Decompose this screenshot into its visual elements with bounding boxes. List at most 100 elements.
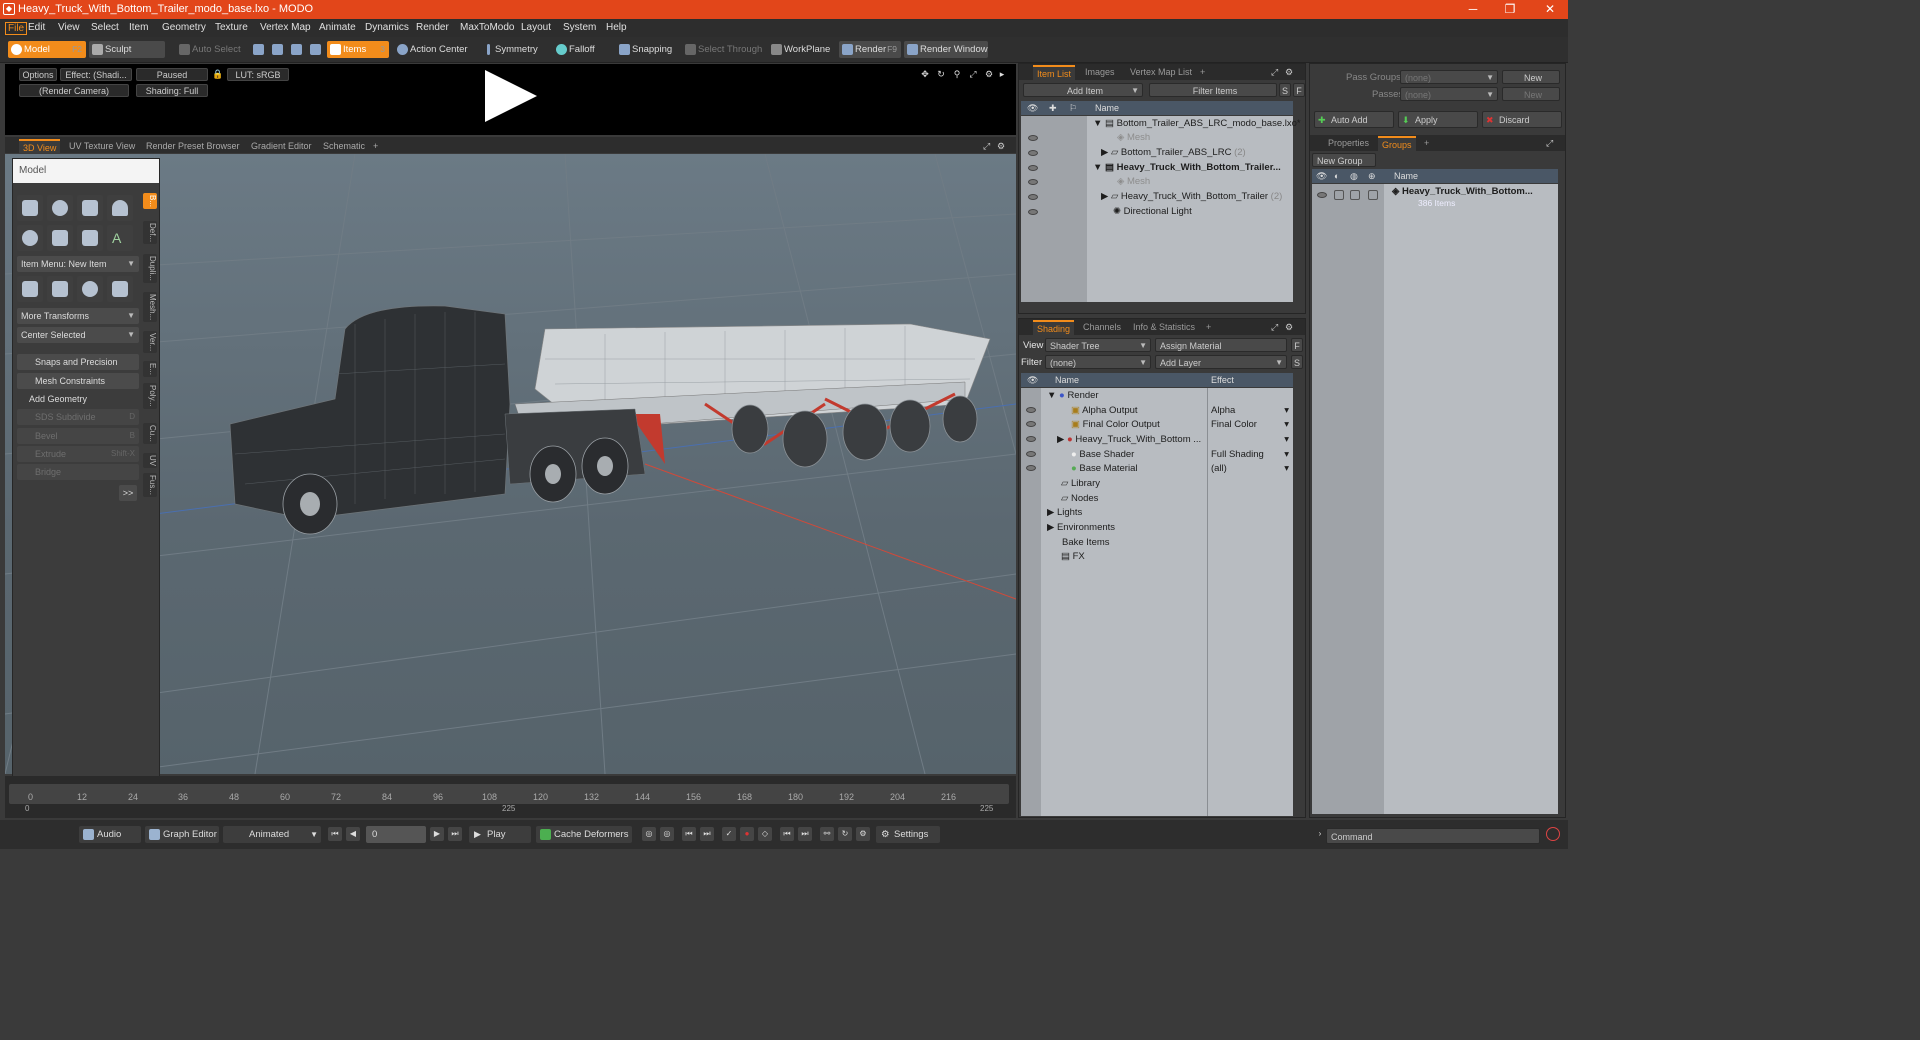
discard-button[interactable]: ✖ Discard	[1482, 111, 1562, 128]
shader-row-fx[interactable]: ▤ FX	[1061, 549, 1085, 564]
shader-effect-alpha[interactable]: Alpha ▾	[1211, 403, 1291, 418]
preview-options-button[interactable]: Options	[19, 68, 57, 81]
shader-row-nodes[interactable]: ▱ Nodes	[1061, 491, 1098, 506]
text-tool-icon[interactable]: A	[107, 225, 133, 251]
next-frame-icon[interactable]: ⏭	[798, 827, 812, 841]
bridge-button[interactable]: Bridge	[17, 464, 139, 480]
viewport-gear-icon[interactable]: ⚙	[993, 139, 1009, 153]
timeline[interactable]: 0 12 24 36 48 60 72 84 96 108 120 132 14…	[5, 776, 1016, 818]
key-icon[interactable]: ◎	[642, 827, 656, 841]
panel-maximize-icon[interactable]: ⤢	[1267, 320, 1282, 335]
select-toggle-icon[interactable]	[1368, 190, 1378, 200]
menu-help[interactable]: Help	[606, 22, 627, 33]
go-to-start-icon[interactable]: ⏮	[328, 827, 342, 841]
render-toggle-icon[interactable]	[1334, 190, 1344, 200]
new-pass-button[interactable]: New	[1502, 87, 1560, 101]
menu-edit[interactable]: Edit	[28, 22, 45, 33]
tab-3d-view[interactable]: 3D View	[19, 139, 61, 153]
shading-s-button[interactable]: S	[1291, 355, 1303, 369]
shader-effect-final-color[interactable]: Final Color ▾	[1211, 417, 1291, 432]
move-icon[interactable]: ✥	[919, 68, 931, 81]
tab-gradient-editor[interactable]: Gradient Editor	[247, 139, 316, 153]
menu-vertex-map[interactable]: Vertex Map	[260, 22, 311, 33]
scale-tool-icon[interactable]	[77, 276, 103, 302]
item-list-f-button[interactable]: F	[1293, 83, 1305, 97]
options-icon[interactable]: ⚙	[856, 827, 870, 841]
lock-toggle-icon[interactable]	[1350, 190, 1360, 200]
falloff-button[interactable]: Falloff	[553, 41, 609, 58]
cone-primitive-icon[interactable]	[107, 195, 133, 221]
groups-list[interactable]: ◈ Heavy_Truck_With_Bottom... 386 Items	[1312, 184, 1558, 814]
move-tool-icon[interactable]	[17, 276, 43, 302]
graph-editor-button[interactable]: Graph Editor	[145, 826, 219, 843]
tab-properties[interactable]: Properties	[1324, 136, 1373, 151]
polygons-mode-button[interactable]	[288, 41, 306, 58]
sds-subdivide-button[interactable]: SDS Subdivide D	[17, 409, 139, 425]
filter-dropdown[interactable]: (none) ▼	[1045, 355, 1151, 369]
menu-arrow-icon[interactable]: ▸	[997, 68, 1007, 81]
bevel-button[interactable]: Bevel B	[17, 428, 139, 444]
side-tab-vertex[interactable]: Ver...	[143, 331, 157, 354]
visibility-eye-icon[interactable]	[1028, 194, 1038, 200]
visibility-eye-icon[interactable]	[1028, 209, 1038, 215]
model-mode-button[interactable]: Model F2	[8, 41, 86, 58]
animated-dropdown[interactable]: Animated ▼	[223, 826, 321, 843]
menu-item[interactable]: Item	[129, 22, 148, 33]
list-item[interactable]: ▼ ▤ Heavy_Truck_With_Bottom_Trailer...	[1093, 160, 1281, 175]
panel-gear-icon[interactable]: ⚙	[1281, 65, 1297, 80]
pass-groups-dropdown[interactable]: (none) ▼	[1400, 70, 1498, 84]
timeline-track[interactable]	[9, 784, 1009, 804]
snapping-button[interactable]: Snapping	[616, 41, 676, 58]
apply-button[interactable]: ⬇ Apply	[1398, 111, 1478, 128]
record-icon[interactable]: ●	[740, 827, 754, 841]
shader-row-bake-items[interactable]: Bake Items	[1062, 535, 1110, 550]
panel-maximize-icon[interactable]: ⤢	[1267, 65, 1282, 80]
add-panel-tab[interactable]: +	[1202, 320, 1215, 335]
side-tab-deform[interactable]: Def...	[143, 221, 157, 245]
add-geometry-section[interactable]: Add Geometry	[17, 391, 139, 407]
prev-frame-icon[interactable]: ⏮	[780, 827, 794, 841]
cylinder-primitive-icon[interactable]	[77, 195, 103, 221]
add-tab-button[interactable]: +	[369, 139, 382, 153]
visibility-eye-icon[interactable]	[1317, 192, 1327, 198]
menu-animate[interactable]: Animate	[319, 22, 356, 33]
add-panel-tab[interactable]: +	[1196, 65, 1209, 80]
shader-row-base-shader[interactable]: ● Base Shader	[1071, 447, 1134, 462]
torus-primitive-icon[interactable]	[17, 225, 43, 251]
extrude-button[interactable]: Extrude Shift-X	[17, 446, 139, 462]
visibility-eye-icon[interactable]	[1028, 165, 1038, 171]
tab-item-list[interactable]: Item List	[1033, 65, 1076, 80]
transform-tool-icon[interactable]	[107, 276, 133, 302]
link-icon[interactable]: ⚯	[820, 827, 834, 841]
go-to-end-icon[interactable]: ⏭	[448, 827, 462, 841]
menu-dynamics[interactable]: Dynamics	[365, 22, 409, 33]
shader-effect-base-material[interactable]: (all) ▾	[1211, 461, 1291, 476]
close-button[interactable]: ✕	[1535, 2, 1565, 16]
auto-key-icon[interactable]: ◎	[660, 827, 674, 841]
panel-maximize-icon[interactable]: ⤢	[1542, 136, 1557, 151]
menu-view[interactable]: View	[58, 22, 80, 33]
rotate-icon[interactable]: ↻	[935, 68, 947, 81]
shader-row-material-group[interactable]: ▶ ● Heavy_Truck_With_Bottom ...	[1057, 432, 1201, 447]
preview-paused-button[interactable]: Paused	[136, 68, 208, 81]
shader-effect-base-shader[interactable]: Full Shading ▾	[1211, 447, 1291, 462]
side-tab-edge[interactable]: E...	[143, 361, 157, 378]
capsule-primitive-icon[interactable]	[47, 225, 73, 251]
group-item[interactable]: ◈ Heavy_Truck_With_Bottom...	[1392, 184, 1533, 199]
menu-system[interactable]: System	[563, 22, 596, 33]
assign-material-button[interactable]: Assign Material	[1155, 338, 1287, 352]
tab-schematic[interactable]: Schematic	[319, 139, 369, 153]
select-through-button[interactable]: Select Through	[682, 41, 762, 58]
panel-gear-icon[interactable]: ⚙	[1281, 320, 1297, 335]
rotate-tool-icon[interactable]	[47, 276, 73, 302]
key-selected-icon[interactable]: ✓	[722, 827, 736, 841]
auto-add-button[interactable]: ✚ Auto Add	[1314, 111, 1394, 128]
visibility-eye-icon[interactable]	[1026, 465, 1036, 471]
view-dropdown[interactable]: Shader Tree ▼	[1045, 338, 1151, 352]
filter-items-input[interactable]: Filter Items	[1149, 83, 1277, 97]
minimize-button[interactable]: ─	[1458, 2, 1488, 16]
tab-channels[interactable]: Channels	[1079, 320, 1125, 335]
center-selected-dropdown[interactable]: Center Selected ▼	[17, 327, 139, 343]
side-tab-fusion[interactable]: Fus...	[143, 473, 157, 498]
menu-file[interactable]: File	[5, 22, 28, 35]
